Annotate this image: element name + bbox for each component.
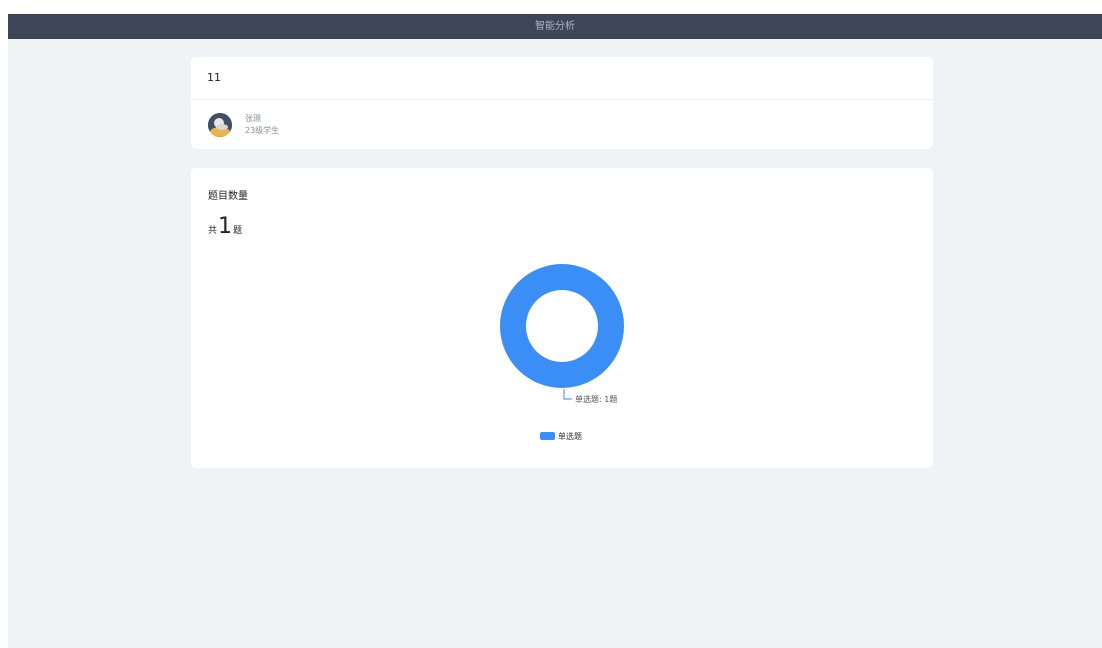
avatar-image bbox=[208, 113, 232, 137]
top-bar: 智能分析 bbox=[8, 14, 1102, 39]
avatar bbox=[208, 113, 232, 137]
legend-swatch[interactable] bbox=[540, 432, 555, 440]
page-title: 智能分析 bbox=[535, 21, 575, 32]
user-name: 张璟 bbox=[245, 114, 261, 123]
info-card: 11 张璟 23级学生 bbox=[191, 57, 933, 149]
slice-label-leader bbox=[563, 389, 572, 400]
card-title: 11 bbox=[191, 57, 933, 100]
app-frame: 智能分析 11 张璟 23级学生 题目数量 共 1 题 单选题: 1题 单选题 bbox=[8, 14, 1102, 648]
question-count-card: 题目数量 共 1 题 单选题: 1题 单选题 bbox=[191, 168, 933, 468]
slice-label: 单选题: 1题 bbox=[575, 394, 617, 404]
donut-slice-单选题[interactable] bbox=[500, 264, 624, 388]
legend-label[interactable]: 单选题 bbox=[558, 431, 582, 441]
donut-chart: 单选题: 1题单选题 bbox=[500, 264, 624, 441]
user-row: 张璟 23级学生 bbox=[191, 100, 933, 149]
user-grade: 23级学生 bbox=[245, 126, 280, 135]
